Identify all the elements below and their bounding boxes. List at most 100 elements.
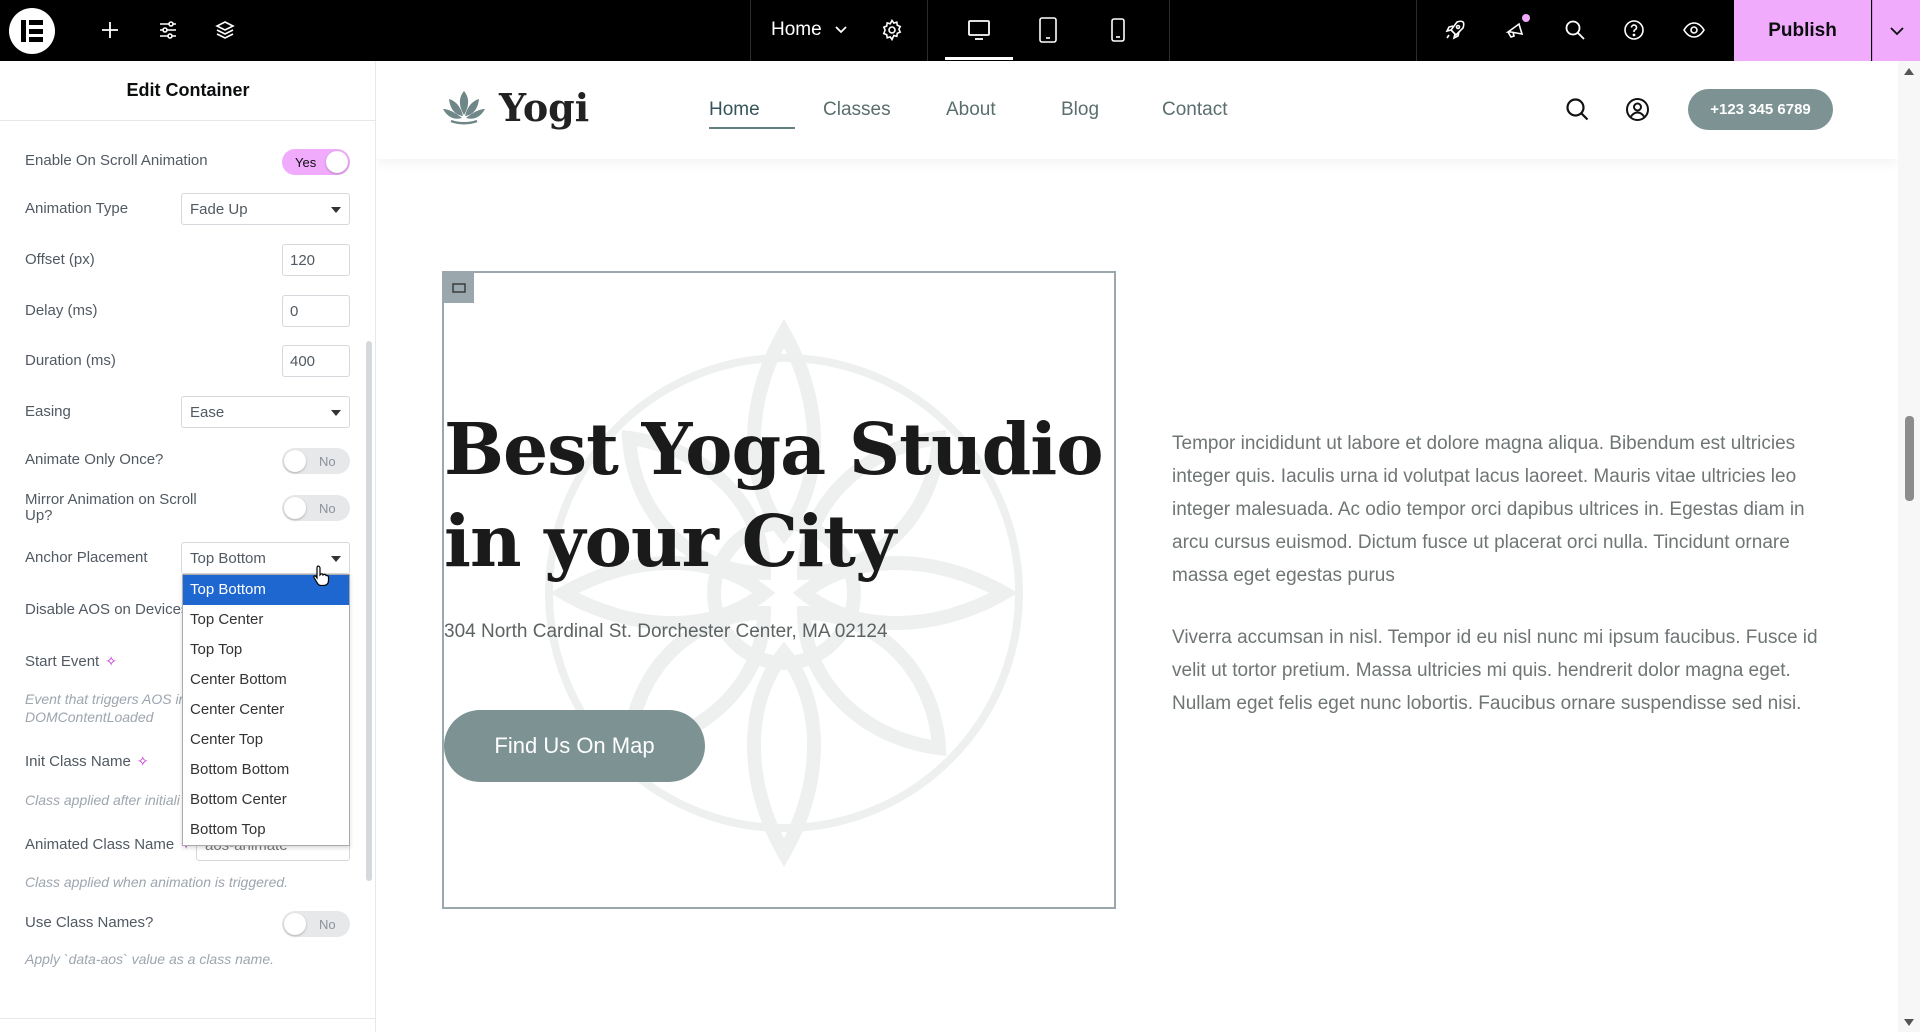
animation-type-select[interactable]: Fade Up (181, 193, 350, 225)
container-handle[interactable] (444, 273, 474, 303)
notification-dot (1522, 14, 1530, 22)
preview-eye-icon[interactable] (1680, 16, 1708, 44)
desc-line: DOMContentLoaded (25, 709, 154, 725)
toggle-value: No (319, 917, 336, 932)
offset-input[interactable]: 120 (282, 244, 350, 276)
toggle-value: Yes (295, 155, 317, 170)
delay-input[interactable]: 0 (282, 295, 350, 327)
nav-active-underline (709, 127, 795, 129)
dropdown-option[interactable]: Top Top (183, 635, 349, 665)
page-name: Home (771, 19, 822, 40)
select-value: Top Bottom (190, 550, 266, 567)
tablet-view-icon[interactable] (1034, 16, 1062, 44)
preview-scrollbar[interactable] (1898, 61, 1920, 1032)
intro-paragraph-2[interactable]: Viverra accumsan in nisl. Tempor id eu n… (1172, 621, 1822, 720)
page-settings-gear-icon[interactable] (878, 16, 906, 44)
start-event-description: Event that triggers AOS in DOMContentLoa… (25, 690, 186, 726)
toggle-knob (284, 913, 306, 935)
nav-home[interactable]: Home (709, 99, 760, 121)
use-class-names-description: Apply `data-aos` value as a class name. (25, 951, 275, 967)
site-preview: Yogi Home Classes About Blog Contact +12… (377, 61, 1898, 1032)
select-value: Ease (190, 404, 225, 421)
scrollbar-thumb[interactable] (1905, 416, 1914, 501)
container-icon (452, 283, 466, 293)
anchor-placement-label: Anchor Placement (25, 549, 148, 566)
toggle-knob (284, 497, 306, 519)
caret-down-icon (331, 207, 341, 213)
offset-label: Offset (px) (25, 251, 95, 268)
add-element-icon[interactable] (96, 16, 124, 44)
hero-address[interactable]: 304 North Cardinal St. Dorchester Center… (444, 621, 888, 643)
init-class-label: Init Class Name ✧ (25, 753, 149, 770)
label-text: Start Event (25, 653, 100, 670)
use-class-names-toggle[interactable]: No (282, 911, 350, 937)
panel-title: Edit Container (0, 61, 376, 121)
publish-options-button[interactable] (1872, 0, 1920, 61)
find-us-on-map-button[interactable]: Find Us On Map (444, 710, 705, 782)
page-selector[interactable]: Home (771, 16, 848, 44)
nav-contact[interactable]: Contact (1162, 99, 1227, 121)
finder-search-icon[interactable] (1561, 16, 1589, 44)
scroll-animation-toggle[interactable]: Yes (282, 149, 350, 175)
site-brand[interactable]: Yogi (441, 85, 589, 130)
nav-blog[interactable]: Blog (1061, 99, 1099, 121)
easing-select[interactable]: Ease (181, 396, 350, 428)
divider (1169, 0, 1170, 61)
dropdown-option[interactable]: Bottom Bottom (183, 755, 349, 785)
label-line: Up? (25, 507, 53, 524)
ai-sparkle-icon[interactable]: ✧ (137, 753, 149, 770)
chevron-down-icon (1889, 26, 1904, 35)
disable-aos-label: Disable AOS on Devices (25, 601, 189, 618)
hero-heading[interactable]: Best Yoga Studio in your City (444, 403, 1104, 587)
dropdown-option[interactable]: Bottom Top (183, 815, 349, 845)
mirror-animation-label: Mirror Animation on Scroll Up? (25, 492, 197, 524)
dropdown-option[interactable]: Top Center (183, 605, 349, 635)
scroll-down-arrow-icon[interactable] (1904, 1019, 1914, 1026)
dropdown-option[interactable]: Bottom Center (183, 785, 349, 815)
label-text: Animated Class Name (25, 836, 175, 853)
publish-button[interactable]: Publish (1734, 0, 1871, 61)
site-search-icon[interactable] (1565, 97, 1590, 122)
label-line: Mirror Animation on Scroll (25, 491, 197, 508)
heading-line: Best Yoga Studio (444, 407, 1104, 491)
toggle-value: No (319, 501, 336, 516)
init-class-description: Class applied after initiali (25, 792, 180, 808)
animation-type-label: Animation Type (25, 200, 129, 217)
brand-name: Yogi (499, 85, 590, 130)
editor-topbar: Home Publish (0, 0, 1920, 61)
account-user-icon[interactable] (1625, 97, 1650, 122)
toggle-knob (326, 151, 348, 173)
toggle-value: No (319, 454, 336, 469)
nav-classes[interactable]: Classes (823, 99, 891, 121)
dropdown-option[interactable]: Center Top (183, 725, 349, 755)
site-settings-icon[interactable] (154, 16, 182, 44)
launchpad-rocket-icon[interactable] (1441, 16, 1469, 44)
toggle-knob (284, 450, 306, 472)
start-event-label: Start Event ✧ (25, 653, 117, 670)
structure-layers-icon[interactable] (211, 16, 239, 44)
scroll-up-arrow-icon[interactable] (1904, 68, 1914, 75)
animate-once-toggle[interactable]: No (282, 448, 350, 474)
desc-line: Event that triggers AOS in (25, 691, 187, 707)
elementor-logo-icon (21, 20, 43, 42)
panel-scrollbar[interactable] (366, 341, 372, 881)
lotus-logo-icon (443, 90, 485, 124)
divider (1416, 0, 1417, 61)
dropdown-option[interactable]: Center Bottom (183, 665, 349, 695)
help-question-icon[interactable] (1620, 16, 1648, 44)
mobile-view-icon[interactable] (1104, 16, 1132, 44)
divider (0, 1018, 376, 1019)
intro-paragraph-1[interactable]: Tempor incididunt ut labore et dolore ma… (1172, 427, 1822, 592)
ai-sparkle-icon[interactable]: ✧ (105, 653, 117, 670)
nav-about[interactable]: About (946, 99, 996, 121)
mirror-animation-toggle[interactable]: No (282, 495, 350, 521)
phone-button[interactable]: +123 345 6789 (1688, 89, 1833, 130)
desktop-view-icon[interactable] (965, 16, 993, 44)
select-value: Fade Up (190, 201, 248, 218)
hero-container[interactable]: Best Yoga Studio in your City 304 North … (442, 271, 1116, 909)
duration-input[interactable]: 400 (282, 345, 350, 377)
dropdown-option[interactable]: Center Center (183, 695, 349, 725)
divider (750, 0, 751, 61)
scroll-animation-label: Enable On Scroll Animation (25, 152, 208, 169)
elementor-logo-button[interactable] (9, 8, 55, 54)
